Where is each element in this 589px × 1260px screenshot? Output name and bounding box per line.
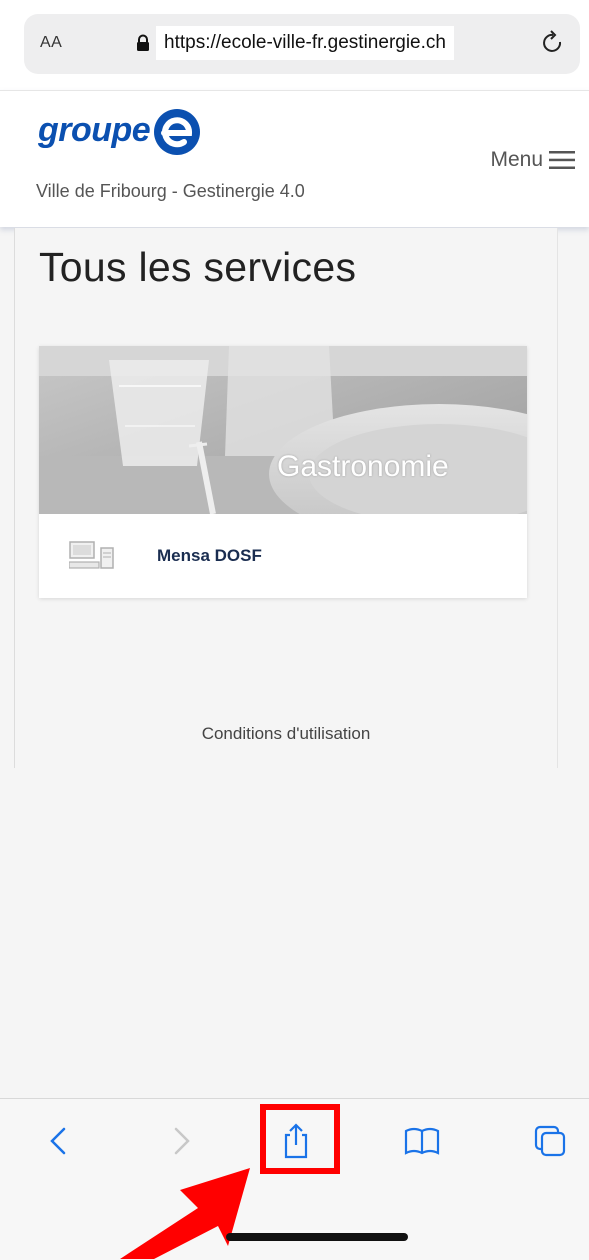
text-size-label: AA xyxy=(40,34,63,51)
tabs-icon xyxy=(534,1125,566,1157)
site-subtitle: Ville de Fribourg - Gestinergie 4.0 xyxy=(36,181,305,201)
menu-button[interactable]: Menu xyxy=(490,145,575,175)
address-bar[interactable]: AA https://ecole-ville-fr.gestinergie.ch xyxy=(24,14,580,74)
back-button[interactable] xyxy=(40,1121,80,1161)
hamburger-icon xyxy=(549,151,575,169)
computer-terminal-icon xyxy=(69,541,114,569)
text-size-button[interactable]: AA xyxy=(40,34,62,52)
logo-e-icon xyxy=(154,109,200,155)
card-image-gastronomie[interactable]: Gastronomie xyxy=(39,346,527,514)
bookmarks-button[interactable] xyxy=(402,1121,442,1161)
home-indicator xyxy=(226,1233,408,1241)
tableware-photo xyxy=(39,346,527,514)
service-item-mensa-dosf[interactable]: Mensa DOSF xyxy=(39,514,527,598)
lock-icon xyxy=(137,34,149,51)
browser-top-bar: AA https://ecole-ville-fr.gestinergie.ch xyxy=(0,0,589,90)
menu-label: Menu xyxy=(490,148,543,171)
tabs-button[interactable] xyxy=(530,1121,570,1161)
forward-button[interactable] xyxy=(162,1121,202,1161)
share-highlight-box xyxy=(260,1104,340,1174)
forward-icon xyxy=(174,1127,190,1155)
reload-icon[interactable] xyxy=(540,28,566,58)
url-text[interactable]: https://ecole-ville-fr.gestinergie.ch xyxy=(156,26,454,60)
site-header: groupe Ville de Fribourg - Gestinergie 4… xyxy=(0,90,589,227)
logo-text: groupe xyxy=(38,111,151,149)
red-arrow-annotation xyxy=(120,1168,250,1259)
main-content: Tous les services Gastronomie Mensa DOSF… xyxy=(14,228,558,768)
service-card-gastronomie[interactable]: Gastronomie Mensa DOSF xyxy=(39,346,527,598)
terms-of-use-link[interactable]: Conditions d'utilisation xyxy=(15,724,557,744)
page-title: Tous les services xyxy=(39,244,357,290)
card-category-label: Gastronomie xyxy=(277,450,449,483)
service-item-label[interactable]: Mensa DOSF xyxy=(157,546,262,566)
back-icon xyxy=(50,1127,66,1155)
bookmarks-icon xyxy=(404,1127,440,1155)
empty-page-area xyxy=(0,768,589,1098)
